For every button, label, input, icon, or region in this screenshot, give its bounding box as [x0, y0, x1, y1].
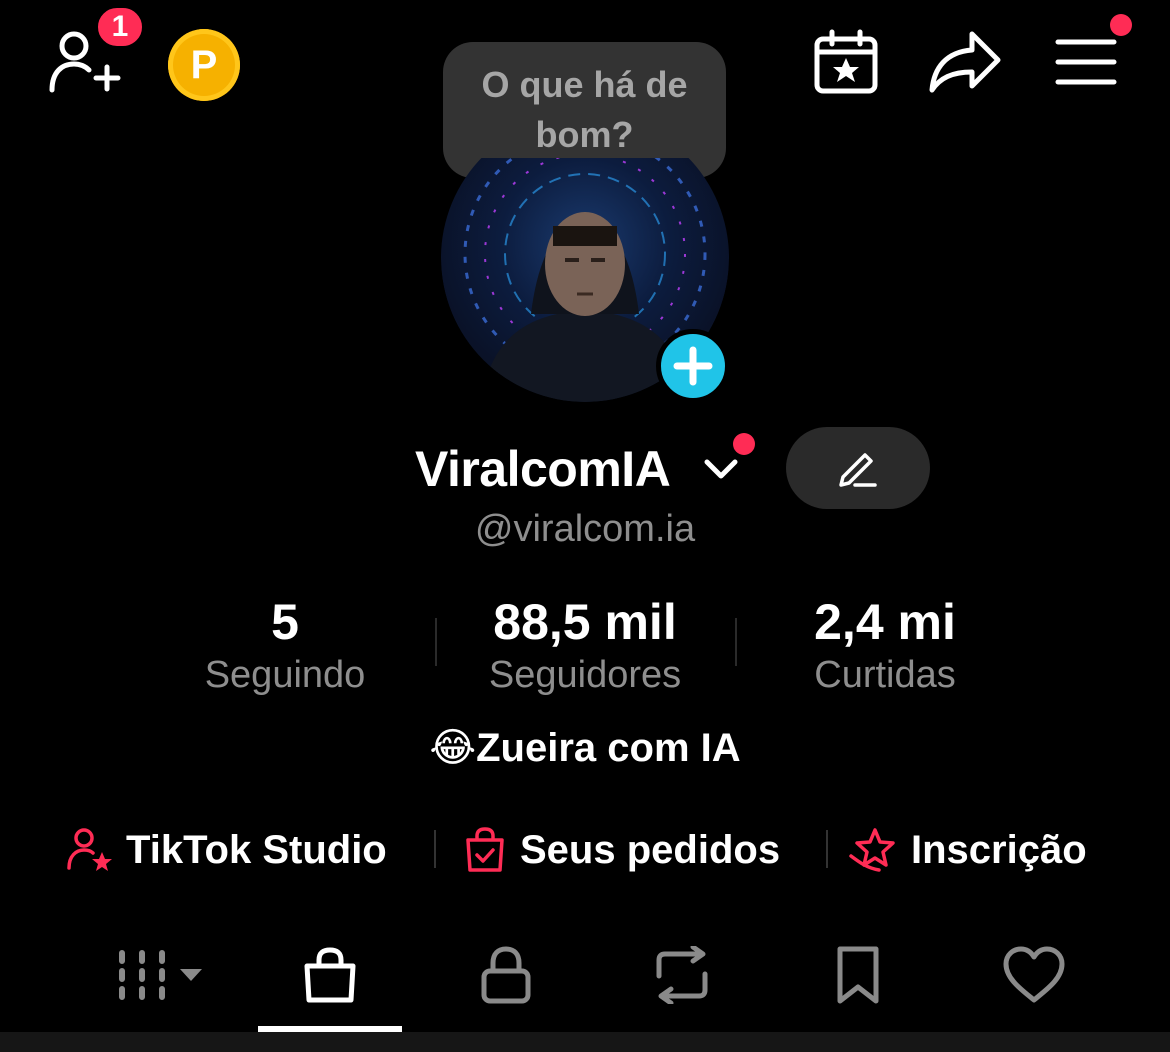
notification-badge: 1 — [95, 5, 145, 49]
shortcut-divider — [826, 830, 828, 868]
tiktok-studio-link[interactable]: TikTok Studio — [66, 822, 387, 878]
tab-videos[interactable] — [80, 940, 220, 1010]
edit-profile-button[interactable] — [786, 427, 930, 509]
content-area-edge — [0, 1032, 1170, 1052]
menu-button[interactable] — [1054, 36, 1118, 88]
account-switch-button[interactable] — [703, 452, 739, 488]
plus-icon — [673, 346, 713, 386]
grid-icon — [119, 950, 202, 1000]
subscription-link[interactable]: Inscrição — [849, 822, 1087, 878]
stat-followers[interactable]: 88,5 mil Seguidores — [455, 593, 715, 699]
likes-label: Curtidas — [814, 654, 956, 696]
user-star-icon — [67, 828, 112, 871]
profile-name: ViralcomIA — [415, 441, 671, 497]
tab-private[interactable] — [436, 940, 576, 1010]
shortcut-label: Seus pedidos — [520, 827, 781, 872]
repost-icon — [656, 946, 708, 1004]
stat-following[interactable]: 5 Seguindo — [155, 593, 415, 699]
shopping-bag-icon — [304, 947, 356, 1003]
shortcut-label: TikTok Studio — [126, 827, 387, 872]
tab-reposts[interactable] — [612, 940, 752, 1010]
followers-count: 88,5 mil — [493, 594, 677, 650]
hamburger-icon — [1055, 39, 1117, 85]
coin-icon[interactable]: P — [168, 29, 240, 101]
profile-bio: 😂Zueira com IA — [429, 726, 741, 770]
star-hand-icon — [849, 828, 895, 872]
tab-shop[interactable] — [260, 940, 400, 1010]
bookmark-icon — [837, 946, 879, 1004]
share-button[interactable] — [928, 30, 1002, 94]
orders-link[interactable]: Seus pedidos — [462, 822, 780, 878]
following-label: Seguindo — [204, 654, 366, 696]
shortcut-divider — [434, 830, 436, 868]
followers-label: Seguidores — [488, 654, 682, 696]
menu-notification-dot — [1110, 14, 1132, 36]
tab-liked[interactable] — [964, 940, 1104, 1010]
tab-favorites[interactable] — [788, 940, 928, 1010]
tooltip-text: O que há de bom? — [481, 64, 688, 155]
profile-handle: @viralcom.ia — [474, 508, 696, 550]
account-notification-dot — [733, 433, 755, 455]
stat-divider — [735, 618, 737, 666]
calendar-button[interactable] — [812, 28, 880, 96]
pencil-icon — [839, 453, 877, 487]
share-arrow-icon — [929, 31, 1001, 93]
add-story-button[interactable] — [656, 329, 730, 403]
shopping-bag-check-icon — [466, 827, 504, 872]
lock-icon — [481, 946, 531, 1004]
stat-divider — [435, 618, 437, 666]
calendar-star-icon — [814, 29, 878, 94]
chevron-down-icon — [704, 459, 738, 479]
shortcut-label: Inscrição — [911, 827, 1087, 872]
heart-icon — [1003, 946, 1065, 1003]
following-count: 5 — [271, 594, 299, 650]
stat-likes[interactable]: 2,4 mi Curtidas — [755, 593, 1015, 699]
likes-count: 2,4 mi — [814, 594, 956, 650]
